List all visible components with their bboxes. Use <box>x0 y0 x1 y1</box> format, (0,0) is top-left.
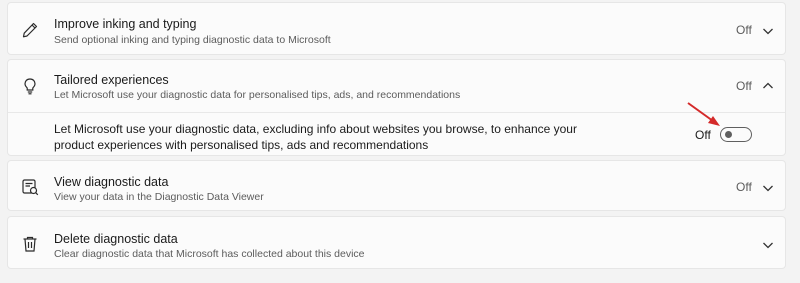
tailored-setting-card: Tailored experiences Let Microsoft use y… <box>7 59 786 156</box>
toggle-knob <box>725 131 732 138</box>
view-diagnostic-description: View your data in the Diagnostic Data Vi… <box>54 191 264 203</box>
tailored-sub-setting-text: Let Microsoft use your diagnostic data, … <box>54 122 577 152</box>
trash-icon <box>20 234 40 254</box>
view-diagnostic-card[interactable]: View diagnostic data View your data in t… <box>7 160 786 211</box>
view-diagnostic-state: Off <box>736 180 752 194</box>
inking-description: Send optional inking and typing diagnost… <box>54 34 331 46</box>
tailored-header[interactable]: Tailored experiences Let Microsoft use y… <box>8 60 785 112</box>
pen-icon <box>20 20 40 40</box>
data-viewer-icon <box>20 177 40 197</box>
annotation-arrow-icon <box>687 102 720 126</box>
view-diagnostic-title: View diagnostic data <box>54 175 169 189</box>
tailored-title: Tailored experiences <box>54 73 169 87</box>
chevron-down-icon[interactable] <box>761 238 775 252</box>
chevron-down-icon[interactable] <box>761 24 775 38</box>
lightbulb-icon <box>20 76 40 96</box>
chevron-down-icon[interactable] <box>761 181 775 195</box>
toggle-state-label: Off <box>695 128 711 142</box>
tailored-description: Let Microsoft use your diagnostic data f… <box>54 89 461 101</box>
delete-diagnostic-title: Delete diagnostic data <box>54 232 178 246</box>
inking-setting-card[interactable]: Improve inking and typing Send optional … <box>7 2 786 55</box>
tailored-sub-setting: Let Microsoft use your diagnostic data, … <box>8 113 785 157</box>
tailored-toggle-switch[interactable] <box>720 127 752 142</box>
chevron-up-icon[interactable] <box>761 79 775 93</box>
tailored-state: Off <box>736 79 752 93</box>
delete-diagnostic-card[interactable]: Delete diagnostic data Clear diagnostic … <box>7 216 786 269</box>
inking-state: Off <box>736 23 752 37</box>
delete-diagnostic-description: Clear diagnostic data that Microsoft has… <box>54 248 365 260</box>
inking-title: Improve inking and typing <box>54 17 197 31</box>
